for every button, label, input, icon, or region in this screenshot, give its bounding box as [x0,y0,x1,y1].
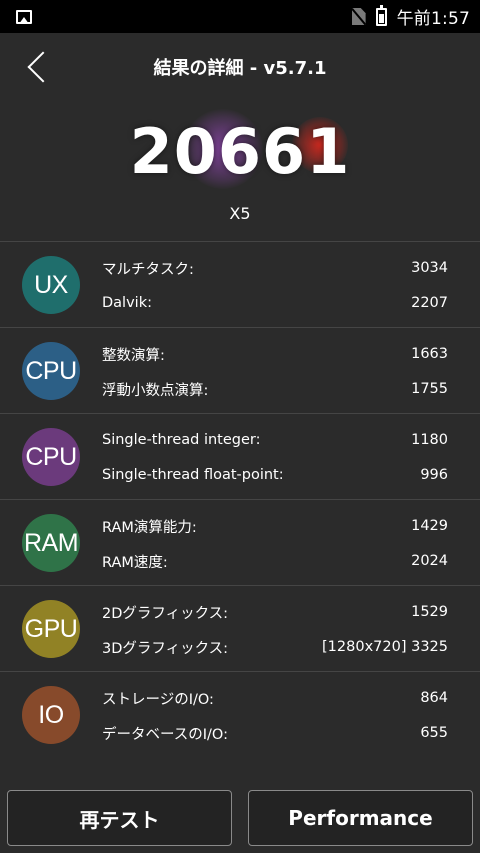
score-line: ストレージのI/O: 864 [102,688,448,708]
score-value: 1529 [411,604,448,620]
score-value: 2207 [411,295,448,311]
category-badge-cpu: CPU [22,342,80,400]
score-line: Dalvik: 2207 [102,293,448,313]
score-line: 3Dグラフィックス: [1280x720] 3325 [102,637,448,657]
result-row-ram: RAM RAM演算能力: 1429 RAM速度: 2024 [0,499,480,585]
score-value: 996 [420,467,448,483]
page-title: 結果の詳細 - v5.7.1 [153,58,327,79]
result-row-cpu-single: CPU Single-thread integer: 1180 Single-t… [0,413,480,499]
score-area: 20661 X5 [0,101,480,241]
score-name: ストレージのI/O: [102,691,214,708]
score-value: 3034 [411,260,448,276]
score-name: マルチタスク: [102,261,194,278]
score-name: 2Dグラフィックス: [102,605,229,622]
result-row-io: IO ストレージのI/O: 864 データベースのI/O: 655 [0,671,480,757]
battery-icon [375,4,387,26]
score-value: 1663 [411,346,448,362]
score-value: [1280x720] 3325 [322,639,448,655]
score-value: 1180 [411,432,448,448]
score-line: Single-thread float-point: 996 [102,465,448,485]
status-time: 午前1:57 [396,9,470,29]
bottom-bar: 再テスト Performance [0,790,480,853]
score-line: 浮動小数点演算: 1755 [102,379,448,399]
score-line: マルチタスク: 3034 [102,258,448,278]
performance-button[interactable]: Performance [248,790,473,846]
category-badge-io: IO [22,686,80,744]
score-name: Single-thread float-point: [102,467,284,483]
result-row-ux: UX マルチタスク: 3034 Dalvik: 2207 [0,241,480,327]
score-name: RAM速度: [102,554,168,571]
category-badge-cpu-single: CPU [22,428,80,486]
status-bar: 午前1:57 [0,0,480,33]
score-value: 864 [420,690,448,706]
result-row-gpu: GPU 2Dグラフィックス: 1529 3Dグラフィックス: [1280x720… [0,585,480,671]
result-row-cpu: CPU 整数演算: 1663 浮動小数点演算: 1755 [0,327,480,413]
retest-button[interactable]: 再テスト [7,790,232,846]
score-name: データベースのI/O: [102,726,228,743]
device-name: X5 [229,204,251,223]
no-sim-icon [351,8,366,25]
back-arrow-icon [27,51,59,83]
score-line: 2Dグラフィックス: 1529 [102,602,448,622]
score-name: 浮動小数点演算: [102,382,209,399]
results-list: UX マルチタスク: 3034 Dalvik: 2207 CPU 整数演算: 1… [0,241,480,757]
score-value: 1429 [411,518,448,534]
score-line: 整数演算: 1663 [102,344,448,364]
score-name: RAM演算能力: [102,519,197,536]
category-badge-ux: UX [22,256,80,314]
header: 結果の詳細 - v5.7.1 [0,33,480,101]
score-value: 2024 [411,553,448,569]
score-line: RAM速度: 2024 [102,551,448,571]
category-badge-gpu: GPU [22,600,80,658]
category-badge-ram: RAM [22,514,80,572]
back-button[interactable] [18,47,59,87]
gallery-icon [16,9,32,24]
score-name: 整数演算: [102,347,165,364]
score-name: Dalvik: [102,295,152,311]
score-line: Single-thread integer: 1180 [102,430,448,450]
score-name: Single-thread integer: [102,432,261,448]
total-score: 20661 [129,115,351,188]
score-line: RAM演算能力: 1429 [102,516,448,536]
score-value: 655 [420,725,448,741]
score-line: データベースのI/O: 655 [102,723,448,743]
score-value: 1755 [411,381,448,397]
score-name: 3Dグラフィックス: [102,640,229,657]
